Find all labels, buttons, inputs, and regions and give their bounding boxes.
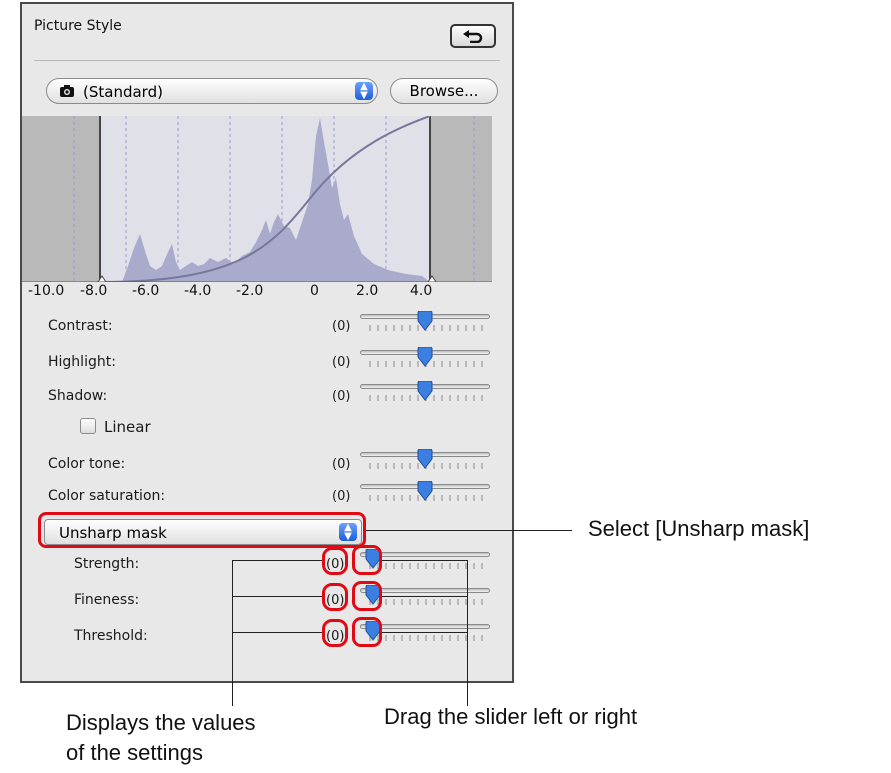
slider-thumb[interactable] xyxy=(416,481,434,501)
callout-values: Displays the values of the settings xyxy=(66,710,256,765)
slider-thumb[interactable] xyxy=(416,347,434,367)
tick-label: 2.0 xyxy=(356,283,379,299)
shadow-label: Shadow: xyxy=(48,388,108,404)
highlight-box-slider xyxy=(352,617,382,647)
color-saturation-value: (0) xyxy=(332,489,351,504)
reset-button[interactable] xyxy=(450,24,496,48)
contrast-label: Contrast: xyxy=(48,318,113,334)
callout-line xyxy=(232,560,233,706)
tick-label: -8.0 xyxy=(80,283,108,299)
highlight-value: (0) xyxy=(332,355,351,370)
highlight-label: Highlight: xyxy=(48,354,116,370)
highlight-box-slider xyxy=(352,581,382,611)
callout-drag: Drag the slider left or right xyxy=(384,704,638,729)
tick-label: 0 xyxy=(310,283,319,299)
tick-label: -4.0 xyxy=(184,283,212,299)
divider xyxy=(34,60,500,61)
fineness-label: Fineness: xyxy=(74,592,140,608)
slider-thumb[interactable] xyxy=(416,311,434,331)
shadow-slider[interactable] xyxy=(360,381,490,406)
linear-checkbox[interactable] xyxy=(80,418,96,434)
tick-label: 4.0 xyxy=(410,283,433,299)
callout-line xyxy=(232,560,322,561)
linear-label: Linear xyxy=(104,418,151,436)
picture-style-select[interactable]: (Standard) ▲ ▼ xyxy=(46,78,378,104)
tick-label: -2.0 xyxy=(236,283,264,299)
contrast-value: (0) xyxy=(332,319,351,334)
slider-thumb[interactable] xyxy=(416,449,434,469)
highlight-box-slider xyxy=(352,545,382,575)
slider-thumb[interactable] xyxy=(416,381,434,401)
callout-line xyxy=(366,530,572,531)
picture-style-panel: Picture Style (Standard) ▲ ▼ Browse... -… xyxy=(20,2,514,683)
callout-line xyxy=(382,560,468,561)
highlight-slider[interactable] xyxy=(360,347,490,372)
highlight-box-select xyxy=(38,512,366,548)
tone-curve-histogram[interactable] xyxy=(22,116,492,282)
tick-label: -10.0 xyxy=(28,283,65,299)
highlight-box-value xyxy=(322,583,348,611)
strength-label: Strength: xyxy=(74,556,140,572)
highlight-box-value xyxy=(322,619,348,647)
color-tone-slider[interactable] xyxy=(360,449,490,474)
shadow-value: (0) xyxy=(332,389,351,404)
color-saturation-label: Color saturation: xyxy=(48,488,166,504)
color-saturation-slider[interactable] xyxy=(360,481,490,506)
highlight-box-value xyxy=(322,547,348,575)
picture-style-value: (Standard) xyxy=(83,83,163,101)
browse-button[interactable]: Browse... xyxy=(390,78,498,104)
select-arrows-icon: ▲ ▼ xyxy=(355,82,373,101)
callout-line xyxy=(382,632,468,633)
callout-line xyxy=(467,560,468,706)
threshold-label: Threshold: xyxy=(74,628,148,644)
camera-icon xyxy=(60,85,74,97)
undo-arrow-icon xyxy=(463,30,483,43)
callout-select: Select [Unsharp mask] xyxy=(588,516,810,541)
color-tone-value: (0) xyxy=(332,457,351,472)
callout-line xyxy=(382,596,468,597)
panel-title: Picture Style xyxy=(34,18,122,34)
callout-line xyxy=(232,632,322,633)
tick-label: -6.0 xyxy=(132,283,160,299)
callout-line xyxy=(232,596,322,597)
contrast-slider[interactable] xyxy=(360,311,490,336)
color-tone-label: Color tone: xyxy=(48,456,126,472)
